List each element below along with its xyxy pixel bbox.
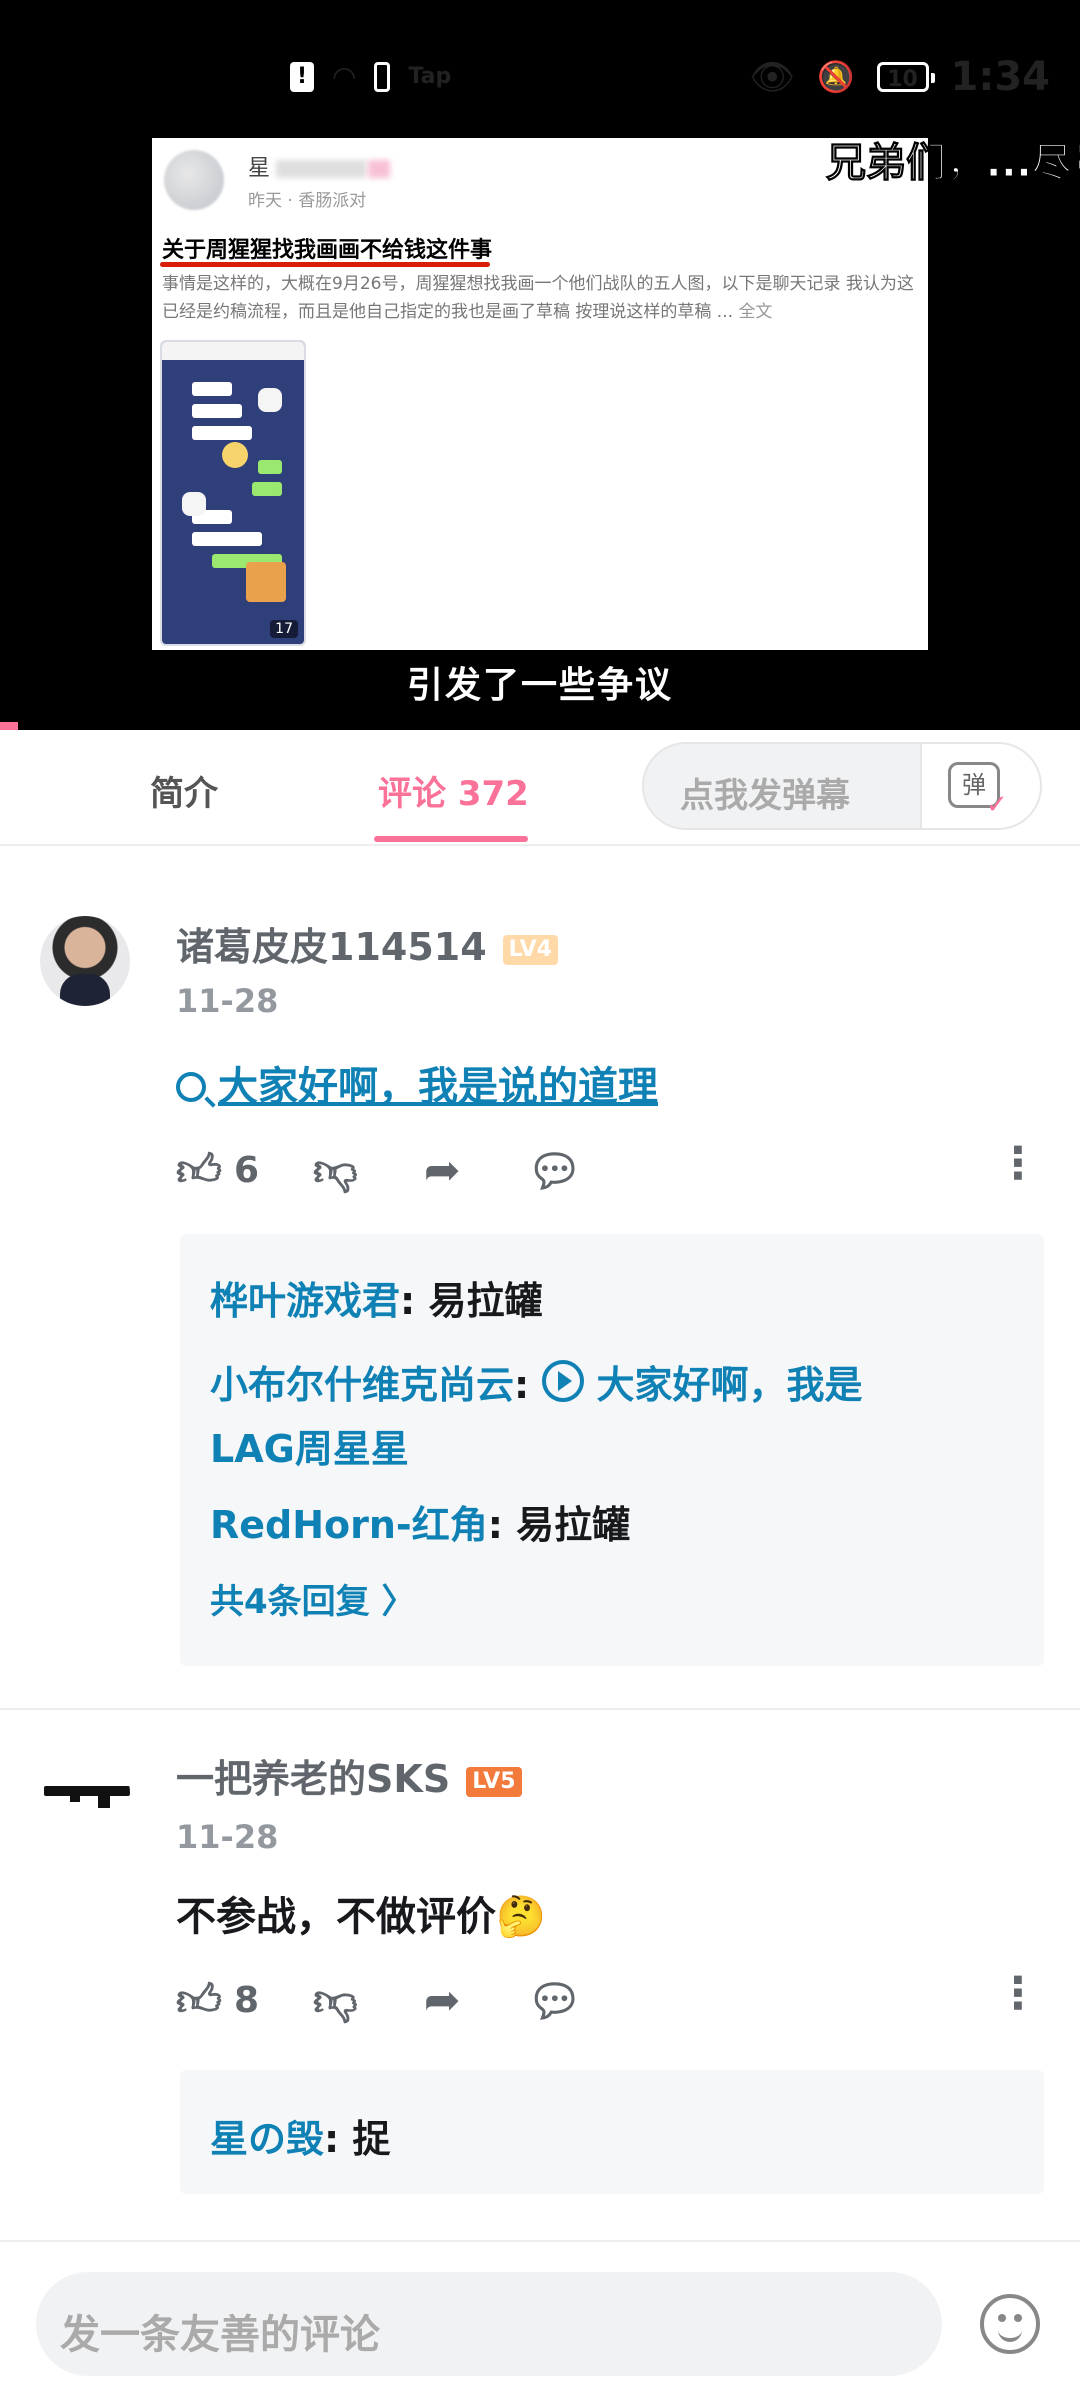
comment-count: 372 [457,774,529,814]
status-bar-right: 👁 🔕 10 1:34 [749,54,1050,100]
tab-bar: 简介 评论 372 点我发弹幕 弹 ✓ [0,730,1080,846]
video-subtitle: 引发了一些争议 [406,665,673,706]
mute-bell-icon: 🔕 [817,59,855,95]
divider [0,1708,1080,1710]
comment-text[interactable]: 大家好啊，我是说的道理 [176,1054,658,1112]
reply-text-continued: LAG周星星 [210,1427,409,1471]
tab-comments[interactable]: 评论 372 [378,766,529,815]
video-player[interactable]: 星 昨天 · 香肠派对 关于周猩猩找我画画不给钱这件事 事情是这样的，大概在9月… [0,0,1080,730]
danmaku-placeholder: 点我发弹幕 [680,776,850,816]
total-replies-text: 共4条回复 [210,1582,370,1622]
like-button[interactable]: 👍︎ 6 [176,1144,259,1197]
video-frame-post-card: 星 昨天 · 香肠派对 关于周猩猩找我画画不给钱这件事 事情是这样的，大概在9月… [152,138,928,650]
chevron-right-icon: 〉 [381,1582,416,1622]
clock: 1:34 [950,54,1051,100]
comment-actions: 👍︎ 6 👎︎ ➦ 💬︎ [176,1144,648,1197]
comment-bubble-icon: 💬︎ [526,1975,583,2027]
tab-intro[interactable]: 简介 [150,766,218,815]
comment-composer-bar: 发一条友善的评论 [0,2240,1080,2402]
reply-preview-box[interactable]: 星の毁: 捉 [180,2070,1044,2194]
battery-icon: 10 [876,62,935,92]
share-button[interactable]: ➦ [424,1975,473,2026]
reply-button[interactable]: 💬︎ [527,1975,595,2027]
reply-item[interactable]: 小布尔什维克尚云: 大家好啊，我是 [210,1354,862,1409]
reply-username[interactable]: 桦叶游戏君 [210,1279,400,1323]
level-badge: LV4 [502,934,558,965]
reply-item-continued: LAG周星星 [210,1418,409,1473]
post-title: 关于周猩猩找我画画不给钱这件事 [162,238,493,263]
post-body-text: 事情是这样的，大概在9月26号，周猩猩想找我画一个他们战队的五人图，以下是聊天记… [162,274,914,322]
tab-comments-label: 评论 [378,774,446,814]
comment-input-placeholder: 发一条友善的评论 [60,2312,380,2358]
username-text: 一把养老的SKS [176,1757,451,1801]
post-more-link: 全文 [738,302,773,322]
search-link-text: 大家好啊，我是说的道理 [218,1064,658,1110]
search-link[interactable]: 大家好啊，我是说的道理 [176,1064,658,1110]
play-icon [542,1360,585,1402]
post-title-underline [160,262,490,267]
status-bar-left: ! ◠ Tap [290,60,451,93]
thumbs-down-icon: 👎︎ [313,1975,358,2026]
post-meta: 昨天 · 香肠派对 [248,191,367,211]
post-author-name: 星 [248,150,391,182]
dislike-button[interactable]: 👎︎ [313,1974,370,2027]
share-icon: ➦ [423,1975,461,2026]
tap-label: Tap [408,64,452,89]
reply-text: 易拉罐 [516,1503,631,1547]
comment-date: 11-28 [176,982,279,1020]
reply-username[interactable]: 小布尔什维克尚云 [210,1363,514,1407]
comment-date: 11-28 [176,1818,279,1856]
post-avatar [164,150,224,210]
reply-preview-box[interactable]: 桦叶游戏君: 易拉罐 小布尔什维克尚云: 大家好啊，我是 LAG周星星 RedH… [180,1234,1044,1666]
comment-actions: 👍︎ 8 👎︎ ➦ 💬︎ [176,1974,648,2027]
reply-text: 易拉罐 [428,1279,543,1323]
reply-item[interactable]: 星の毁: 捉 [210,2108,390,2163]
post-body: 事情是这样的，大概在9月26号，周猩猩想找我画一个他们战队的五人图，以下是聊天记… [162,270,922,326]
level-badge: LV5 [466,1766,522,1797]
eye-icon: 👁 [749,57,796,98]
reply-username[interactable]: RedHorn-红角 [210,1503,488,1547]
comment-username[interactable]: 诸葛皮皮114514 LV4 [176,916,558,971]
comment-username[interactable]: 一把养老的SKS LV5 [176,1748,522,1803]
reply-item[interactable]: 桦叶游戏君: 易拉罐 [210,1270,542,1325]
reply-username[interactable]: 星の毁 [210,2117,324,2161]
search-icon [176,1072,206,1102]
like-count: 8 [233,1980,260,2021]
dislike-button[interactable]: 👎︎ [313,1144,370,1197]
post-chat-screenshot: 17 [160,340,306,646]
danmaku-text: 兄弟们，...尽量 [826,140,1080,187]
tab-active-indicator [374,836,528,842]
wifi-icon: ◠ [332,60,357,93]
alert-icon: ! [290,61,314,92]
view-all-replies-link[interactable]: 共4条回复 〉 [210,1574,416,1623]
reply-item[interactable]: RedHorn-红角: 易拉罐 [210,1494,630,1549]
share-button[interactable]: ➦ [424,1145,473,1196]
avatar[interactable] [40,1748,130,1838]
reply-text: 捉 [352,2117,391,2161]
like-count: 6 [233,1150,260,1191]
more-options-icon[interactable]: ⋮ [996,1138,1040,1189]
comment-input[interactable]: 发一条友善的评论 [36,2272,942,2376]
like-button[interactable]: 👍︎ 8 [176,1974,259,2027]
phone-icon [374,61,391,92]
thumbs-up-icon: 👍︎ [176,1975,222,2026]
thumbs-up-icon: 👍︎ [176,1145,222,1196]
more-options-icon[interactable]: ⋮ [996,1968,1040,2019]
username-text: 诸葛皮皮114514 [176,925,487,969]
video-progress-bar[interactable] [0,722,18,730]
share-icon: ➦ [423,1145,461,1196]
image-count: 17 [270,620,298,638]
avatar[interactable] [40,916,130,1006]
comment-bubble-icon: 💬︎ [526,1145,583,1197]
reply-button[interactable]: 💬︎ [527,1145,595,1197]
emoji-icon[interactable] [980,2294,1040,2354]
check-icon: ✓ [986,790,1008,820]
send-danmaku-input[interactable]: 点我发弹幕 弹 ✓ [642,742,1042,830]
danmaku-toggle-button[interactable]: 弹 ✓ [920,744,1040,828]
comment-text[interactable]: 不参战，不做评价🤔 [176,1884,546,1942]
reply-text: 大家好啊，我是 [596,1363,863,1407]
thumbs-down-icon: 👎︎ [313,1145,358,1196]
